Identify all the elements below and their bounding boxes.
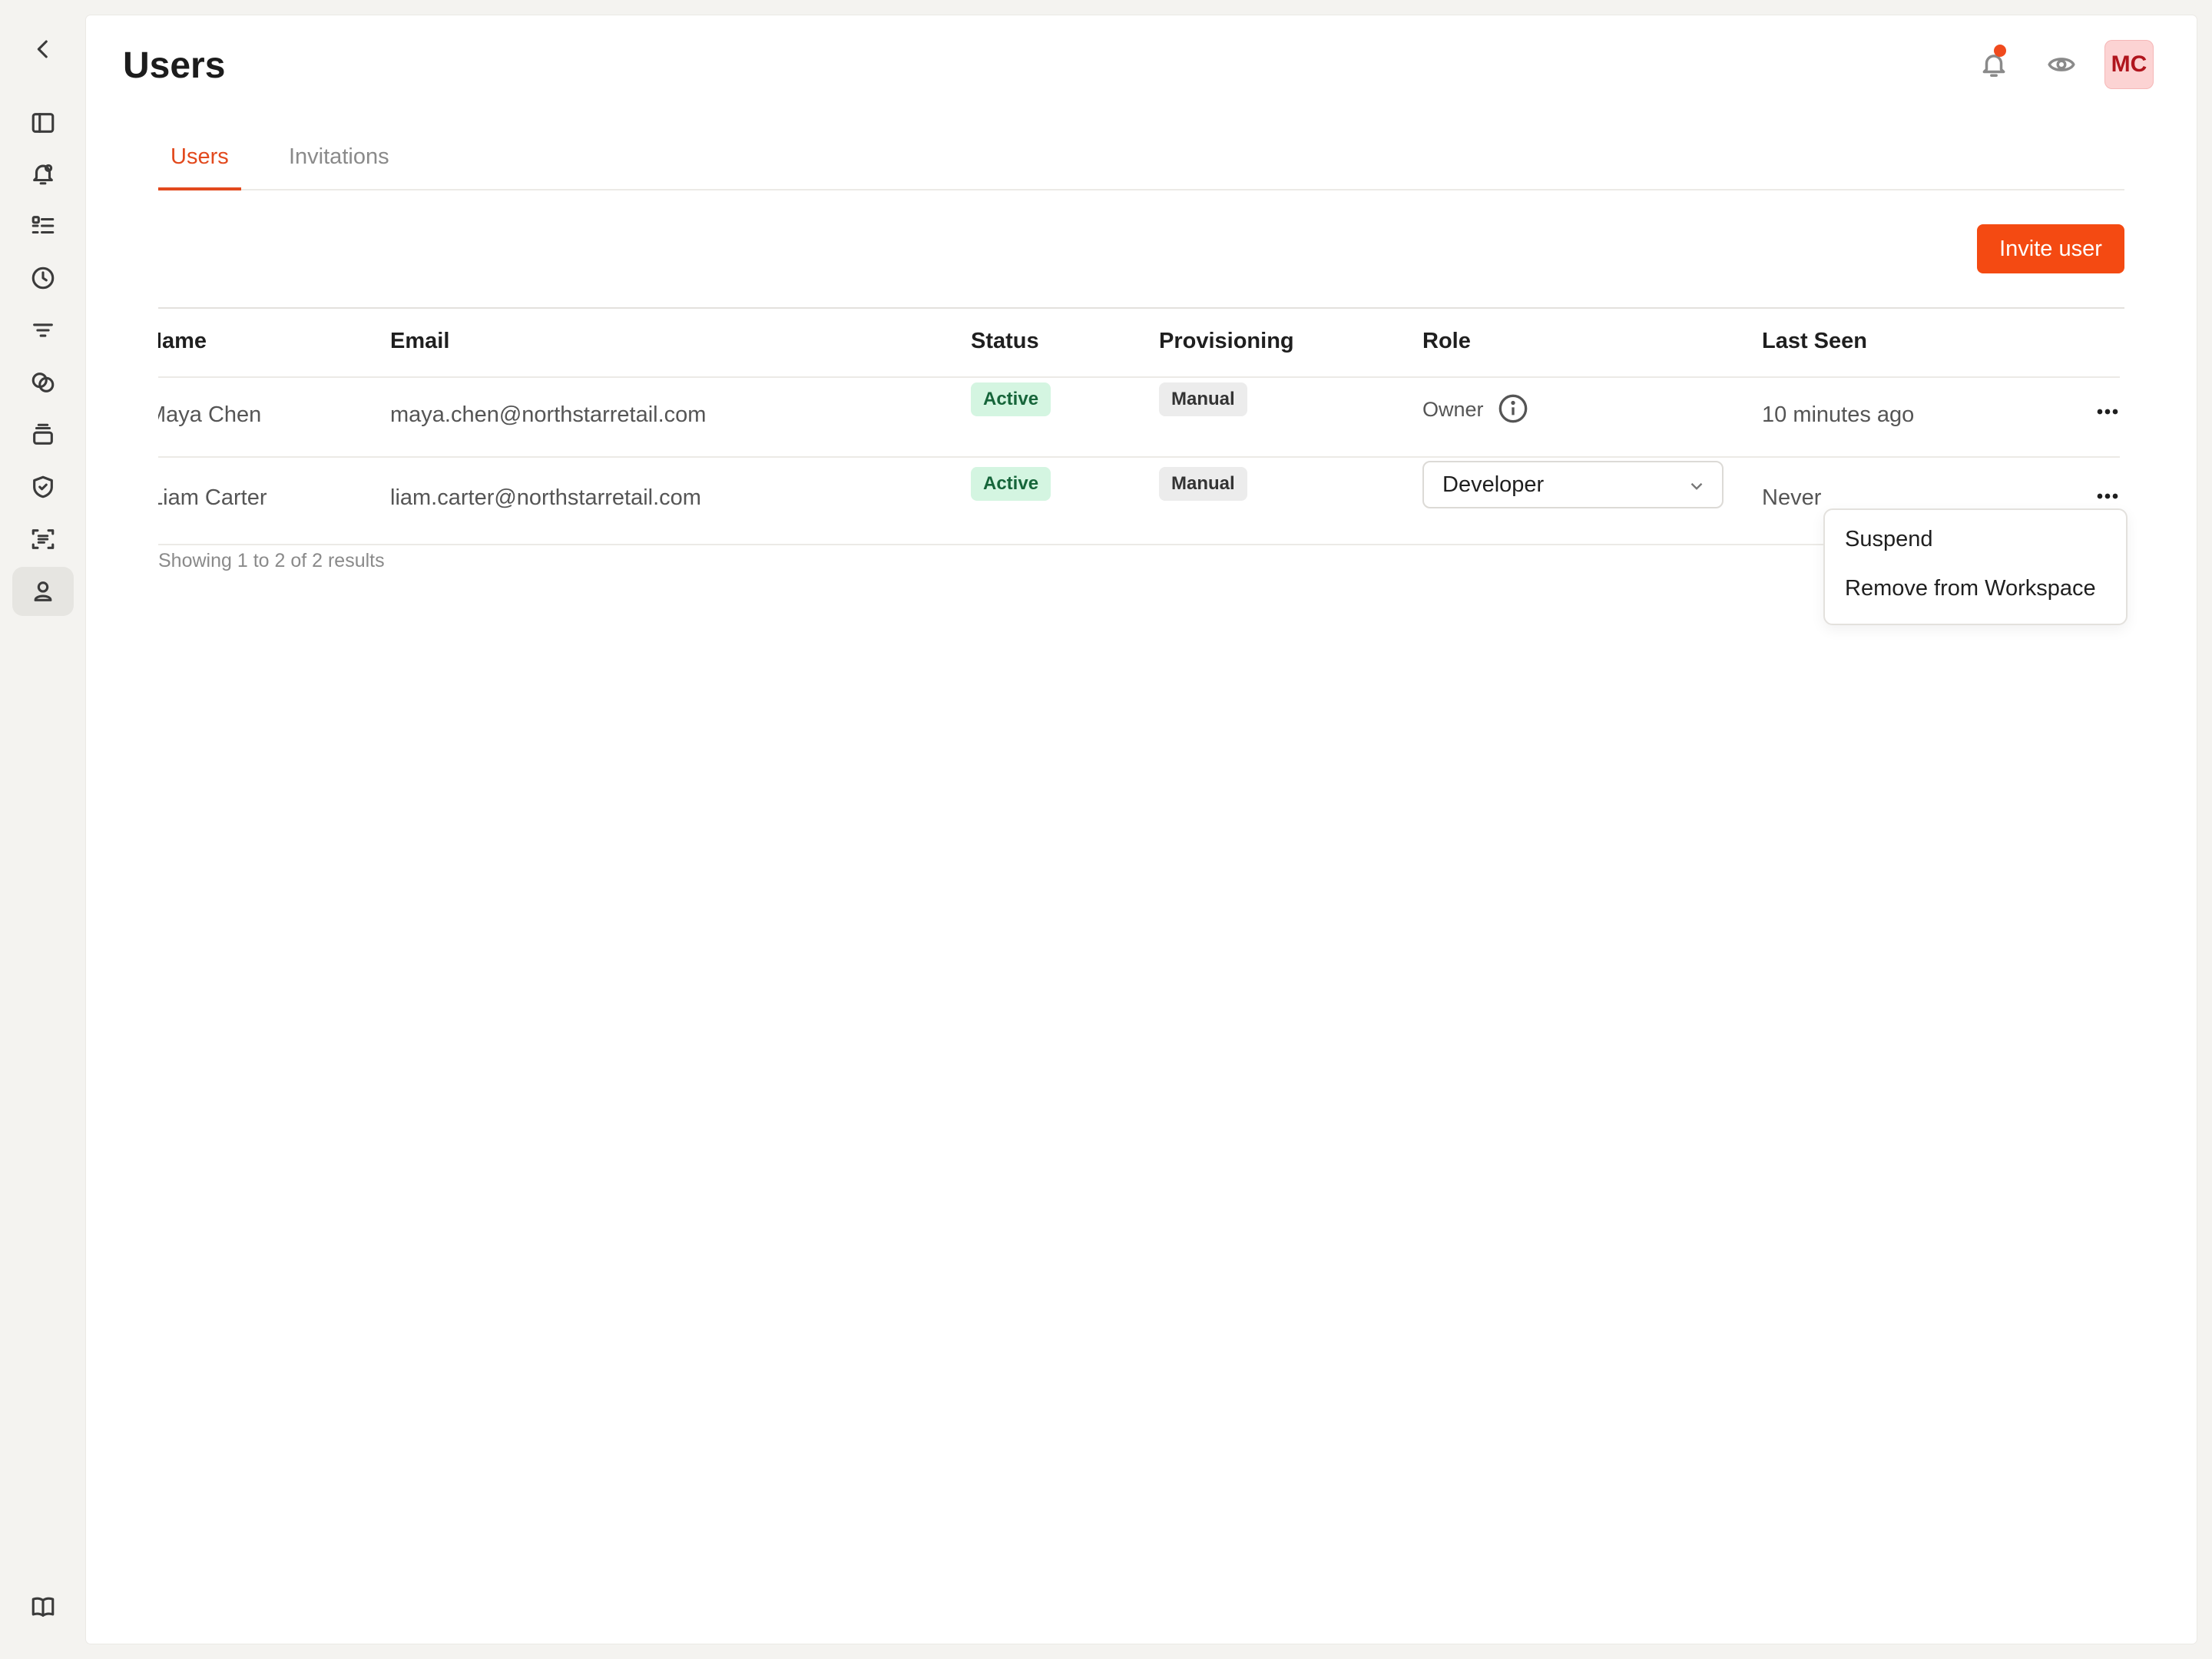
table-row-email: liam.carter@northstarretail.com	[390, 485, 701, 510]
tab-users[interactable]: Users	[158, 144, 241, 190]
eye-icon	[2048, 58, 2075, 71]
row-actions-menu: Suspend Remove from Workspace	[1823, 508, 2128, 625]
row-actions-button[interactable]	[2092, 396, 2123, 431]
info-icon[interactable]	[1498, 393, 1528, 428]
role-select[interactable]: Developer	[1422, 461, 1724, 508]
avatar[interactable]: MC	[2104, 40, 2154, 89]
menu-item-remove-from-workspace[interactable]: Remove from Workspace	[1845, 576, 2096, 601]
alerts-icon[interactable]	[12, 149, 74, 198]
user-icon[interactable]	[12, 567, 74, 616]
table-row-name: Maya Chen	[158, 402, 262, 427]
checklist-icon[interactable]	[12, 201, 74, 250]
layers-icon[interactable]	[12, 410, 74, 459]
provisioning-badge: Manual	[1159, 382, 1247, 416]
scan-text-icon[interactable]	[12, 515, 74, 564]
column-header-provisioning: Provisioning	[1159, 329, 1294, 353]
main-panel: Users MC Users Invitations Invite user N…	[86, 15, 2197, 1644]
tab-bar: Users Invitations	[158, 123, 2124, 190]
page-title: Users	[123, 45, 226, 86]
integrations-icon[interactable]	[12, 358, 74, 407]
status-badge: Active	[971, 382, 1051, 416]
filter-icon[interactable]	[12, 306, 74, 355]
table-row-email: maya.chen@northstarretail.com	[390, 402, 707, 427]
more-horizontal-icon	[2097, 493, 2118, 499]
column-header-last-seen: Last Seen	[1762, 329, 1867, 353]
last-seen-text: Never	[1762, 485, 1822, 510]
table-top-border	[158, 307, 2124, 309]
column-header-role: Role	[1422, 329, 1471, 353]
notification-dot	[1994, 45, 2006, 57]
provisioning-badge: Manual	[1159, 467, 1247, 501]
row-divider	[158, 376, 2120, 378]
back-chevron-icon[interactable]	[12, 25, 74, 74]
history-icon[interactable]	[12, 253, 74, 303]
notifications-button[interactable]	[1971, 41, 2017, 88]
sidebar-toggle-icon[interactable]	[12, 98, 74, 147]
column-header-status: Status	[971, 329, 1039, 353]
column-header-email: Email	[390, 329, 450, 353]
preview-button[interactable]	[2038, 41, 2085, 88]
more-horizontal-icon	[2097, 409, 2118, 415]
shield-icon[interactable]	[12, 462, 74, 512]
column-header-name: Name	[158, 329, 207, 353]
table-row-name: Liam Carter	[158, 485, 267, 510]
status-badge: Active	[971, 467, 1051, 501]
last-seen-text: 10 minutes ago	[1762, 402, 1915, 427]
chevron-down-icon	[1690, 482, 1703, 490]
menu-item-suspend[interactable]: Suspend	[1845, 527, 1933, 552]
role-select-value: Developer	[1442, 472, 1545, 497]
row-divider	[158, 456, 2120, 458]
row-divider	[158, 544, 1833, 545]
role-text: Owner	[1422, 398, 1484, 421]
invite-user-button[interactable]: Invite user	[1977, 224, 2124, 273]
sidebar	[0, 0, 86, 1659]
tab-invitations[interactable]: Invitations	[276, 144, 402, 187]
pagination-summary: Showing 1 to 2 of 2 results	[158, 550, 385, 571]
book-icon[interactable]	[12, 1582, 74, 1631]
